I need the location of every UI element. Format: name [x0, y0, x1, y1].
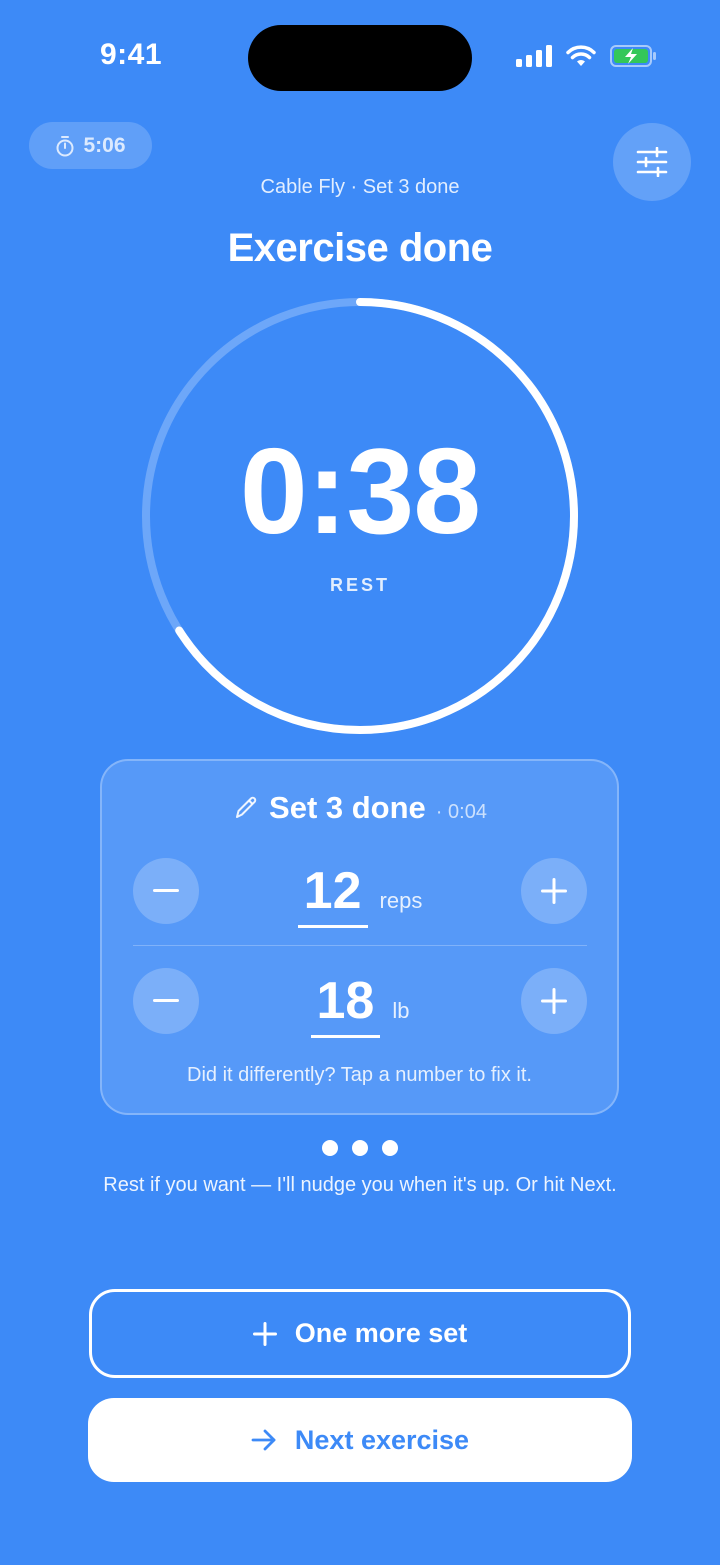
cellular-signal-icon [516, 45, 552, 67]
one-more-set-button[interactable]: One more set [89, 1289, 631, 1378]
exercise-subtitle: Cable Fly · Set 3 done [260, 176, 460, 198]
next-exercise-button[interactable]: Next exercise [88, 1398, 632, 1482]
page-dot [382, 1140, 398, 1156]
decrease-weight-button[interactable] [133, 968, 199, 1034]
workout-elapsed-pill[interactable]: 5:06 [29, 122, 152, 169]
one-more-set-label: One more set [294, 1318, 468, 1348]
plus-icon [252, 1321, 277, 1346]
minus-icon [153, 889, 179, 892]
wifi-icon [566, 45, 596, 66]
battery-charging-icon [610, 45, 656, 67]
status-bar-time: 9:41 [100, 38, 163, 71]
dynamic-island [248, 25, 472, 91]
plus-icon [541, 988, 567, 1014]
edit-hint: Did it differently? Tap a number to fix … [187, 1064, 532, 1086]
stopwatch-icon [56, 135, 74, 156]
page-dot [322, 1140, 338, 1156]
arrow-right-icon [251, 1429, 276, 1451]
weight-value-group: 18 lb [200, 975, 520, 1038]
status-bar-indicators [516, 44, 658, 68]
increase-reps-button[interactable] [521, 858, 587, 924]
weight-value[interactable]: 18 [310, 975, 381, 1038]
sliders-icon [636, 147, 668, 177]
page-title: Exercise done [227, 226, 493, 270]
rest-nudge-text: Rest if you want — I'll nudge you when i… [103, 1174, 617, 1196]
decrease-reps-button[interactable] [133, 858, 199, 924]
workout-elapsed-time: 5:06 [83, 133, 126, 157]
reps-unit: reps [379, 888, 423, 913]
card-divider [133, 945, 587, 946]
increase-weight-button[interactable] [521, 968, 587, 1034]
set-card-header: Set 3 done · 0:04 [0, 790, 720, 826]
next-exercise-label: Next exercise [294, 1424, 470, 1455]
set-card-duration: · 0:04 [435, 801, 487, 823]
set-card-title: Set 3 done [269, 790, 426, 825]
reps-value[interactable]: 12 [297, 865, 368, 928]
page-dot [352, 1140, 368, 1156]
plus-icon [541, 878, 567, 904]
weight-unit: lb [392, 998, 410, 1023]
pencil-icon[interactable] [233, 795, 259, 821]
rest-label: REST [329, 575, 390, 595]
reps-value-group: 12 reps [200, 865, 520, 928]
rest-countdown: 0:38 [239, 423, 481, 559]
minus-icon [153, 999, 179, 1002]
page-indicator [0, 1140, 720, 1156]
